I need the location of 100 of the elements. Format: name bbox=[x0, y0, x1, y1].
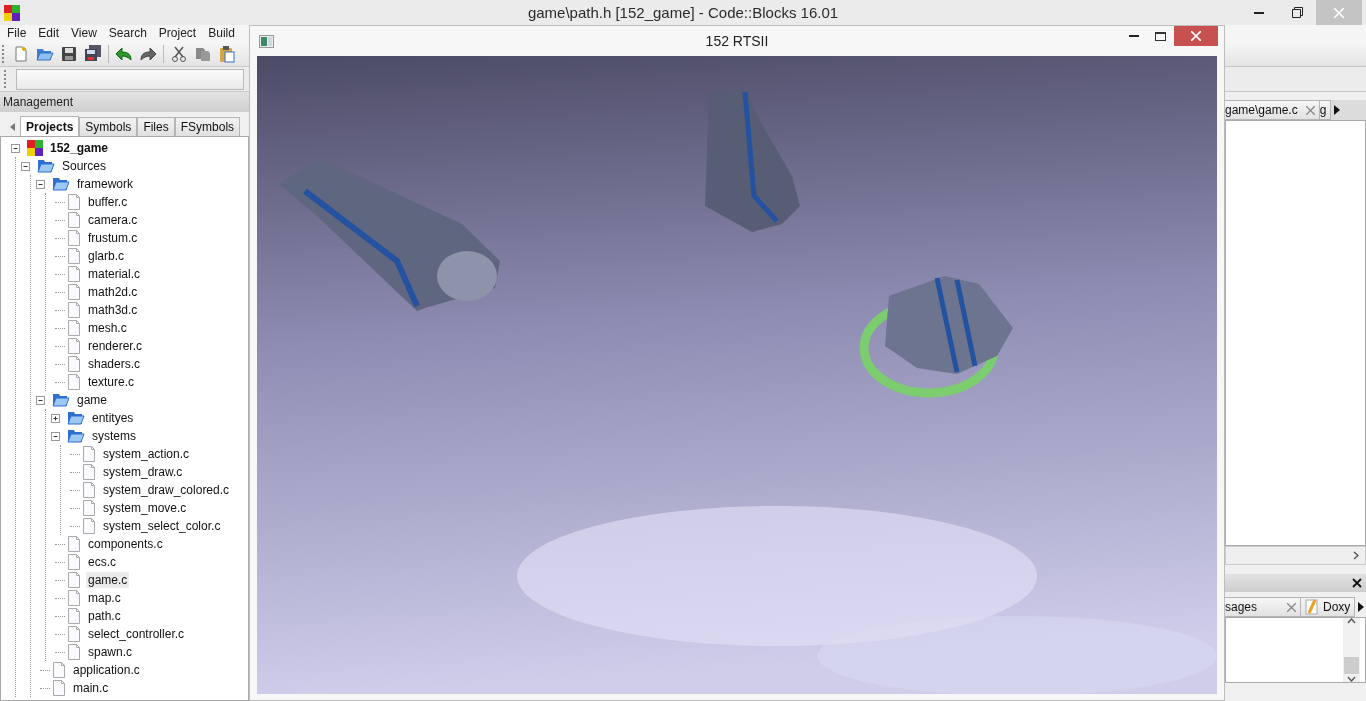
tab[interactable]: Files bbox=[137, 117, 175, 136]
menu-item[interactable]: Project bbox=[152, 26, 203, 40]
file-icon bbox=[82, 464, 96, 480]
tree-item[interactable]: shaders.c bbox=[86, 356, 143, 372]
save-icon bbox=[61, 45, 77, 62]
folder-icon bbox=[52, 177, 70, 191]
cut-icon bbox=[171, 45, 187, 62]
collapse-icon[interactable] bbox=[21, 161, 30, 171]
tree-item[interactable]: game.c bbox=[86, 572, 130, 588]
copy-icon bbox=[195, 45, 211, 62]
log-tab[interactable]: sages bbox=[1225, 597, 1302, 617]
menu-item[interactable]: Build bbox=[202, 26, 241, 40]
file-icon bbox=[67, 374, 81, 390]
log-tab[interactable]: Doxy bbox=[1301, 597, 1356, 617]
tree-item[interactable]: system_move.c bbox=[101, 500, 189, 516]
file-icon bbox=[67, 194, 81, 210]
file-icon bbox=[67, 590, 81, 606]
tree-item[interactable]: frustum.c bbox=[86, 230, 140, 246]
tree-item[interactable]: math2d.c bbox=[86, 284, 140, 300]
window-icon bbox=[259, 34, 274, 48]
tree-item[interactable]: framework bbox=[75, 176, 135, 192]
close-icon[interactable] bbox=[1352, 578, 1362, 588]
tab-label: g bbox=[1319, 103, 1327, 117]
file-icon bbox=[82, 482, 96, 498]
tree-item[interactable]: mesh.c bbox=[86, 320, 129, 336]
tree-item[interactable]: application.c bbox=[71, 662, 142, 678]
close-icon bbox=[1334, 7, 1344, 18]
tab[interactable]: Projects bbox=[20, 116, 80, 136]
tree-item[interactable]: glarb.c bbox=[86, 248, 127, 264]
close-icon bbox=[1191, 31, 1201, 41]
file-icon bbox=[67, 284, 81, 300]
close-button[interactable] bbox=[1174, 26, 1218, 46]
window-title: 152 RTSII bbox=[705, 33, 769, 49]
file-icon bbox=[67, 248, 81, 264]
tree-item[interactable]: system_select_color.c bbox=[101, 518, 223, 534]
project-icon bbox=[27, 140, 43, 156]
file-icon bbox=[67, 572, 81, 588]
tab-label: game\game.c bbox=[1225, 103, 1298, 117]
collapse-icon[interactable] bbox=[51, 431, 60, 441]
right-arrow-icon[interactable] bbox=[1358, 602, 1365, 612]
chevron-up-icon[interactable] bbox=[1347, 618, 1356, 624]
menu-item[interactable]: View bbox=[65, 26, 103, 40]
file-icon bbox=[82, 446, 96, 462]
tree-item[interactable]: renderer.c bbox=[86, 338, 145, 354]
toolbar-field[interactable] bbox=[16, 68, 244, 90]
right-arrow-icon[interactable] bbox=[1334, 105, 1341, 115]
file-icon bbox=[52, 680, 66, 696]
collapse-icon[interactable] bbox=[11, 143, 20, 153]
tree-item[interactable]: entityes bbox=[90, 410, 136, 426]
file-icon bbox=[67, 644, 81, 660]
menu-item[interactable]: Edit bbox=[32, 26, 66, 40]
tree-item[interactable]: systems bbox=[90, 428, 138, 444]
file-icon bbox=[67, 626, 81, 642]
tree-item[interactable]: map.c bbox=[86, 590, 123, 606]
tree-item[interactable]: ecs.c bbox=[86, 554, 118, 570]
tree-item[interactable]: spawn.c bbox=[86, 644, 135, 660]
collapse-icon[interactable] bbox=[36, 395, 45, 405]
tree-item[interactable]: select_controller.c bbox=[86, 626, 187, 642]
tree-item[interactable]: math3d.c bbox=[86, 302, 140, 318]
expand-icon[interactable] bbox=[51, 413, 60, 423]
new-file-icon bbox=[13, 45, 29, 62]
tree-item[interactable]: buffer.c bbox=[86, 194, 130, 210]
tree-item[interactable]: components.c bbox=[86, 536, 165, 552]
tree-item[interactable]: system_draw.c bbox=[101, 464, 185, 480]
chevron-down-icon[interactable] bbox=[1347, 676, 1356, 682]
file-icon bbox=[67, 320, 81, 336]
save-all-icon bbox=[84, 45, 102, 62]
undo-icon bbox=[115, 45, 133, 62]
redo-icon bbox=[139, 45, 157, 62]
file-icon bbox=[67, 356, 81, 372]
tree-item[interactable]: game bbox=[75, 392, 110, 408]
horizontal-scrollbar[interactable] bbox=[1225, 546, 1366, 565]
app-icon bbox=[4, 4, 20, 21]
tree-item[interactable]: system_draw_colored.c bbox=[101, 482, 232, 498]
menu-item[interactable]: File bbox=[1, 26, 33, 40]
file-icon bbox=[67, 230, 81, 246]
tree-item[interactable]: material.c bbox=[86, 266, 142, 282]
paste-icon bbox=[219, 44, 235, 63]
collapse-icon[interactable] bbox=[36, 179, 45, 189]
chevron-right-icon[interactable] bbox=[1353, 551, 1359, 560]
tree-item[interactable]: camera.c bbox=[86, 212, 140, 228]
file-icon bbox=[67, 608, 81, 624]
folder-icon bbox=[67, 411, 85, 425]
file-icon bbox=[82, 518, 96, 534]
tree-item[interactable]: system_action.c bbox=[101, 446, 192, 462]
scrollbar-thumb[interactable] bbox=[1344, 657, 1359, 674]
file-icon bbox=[67, 266, 81, 282]
tree-item[interactable]: path.c bbox=[86, 608, 123, 624]
left-arrow-icon bbox=[9, 123, 15, 131]
tab[interactable]: FSymbols bbox=[174, 117, 241, 136]
tree-item[interactable]: texture.c bbox=[86, 374, 137, 390]
tab[interactable]: Symbols bbox=[79, 117, 138, 136]
file-icon bbox=[52, 662, 66, 678]
vertical-scrollbar[interactable] bbox=[1343, 618, 1360, 682]
editor-tab[interactable]: game\game.c bbox=[1225, 100, 1320, 120]
file-icon bbox=[82, 500, 96, 516]
menu-item[interactable]: Search bbox=[102, 26, 153, 40]
tree-item[interactable]: main.c bbox=[71, 680, 111, 696]
tree-item[interactable]: 152_game bbox=[48, 140, 111, 156]
tree-item[interactable]: Sources bbox=[60, 158, 109, 174]
